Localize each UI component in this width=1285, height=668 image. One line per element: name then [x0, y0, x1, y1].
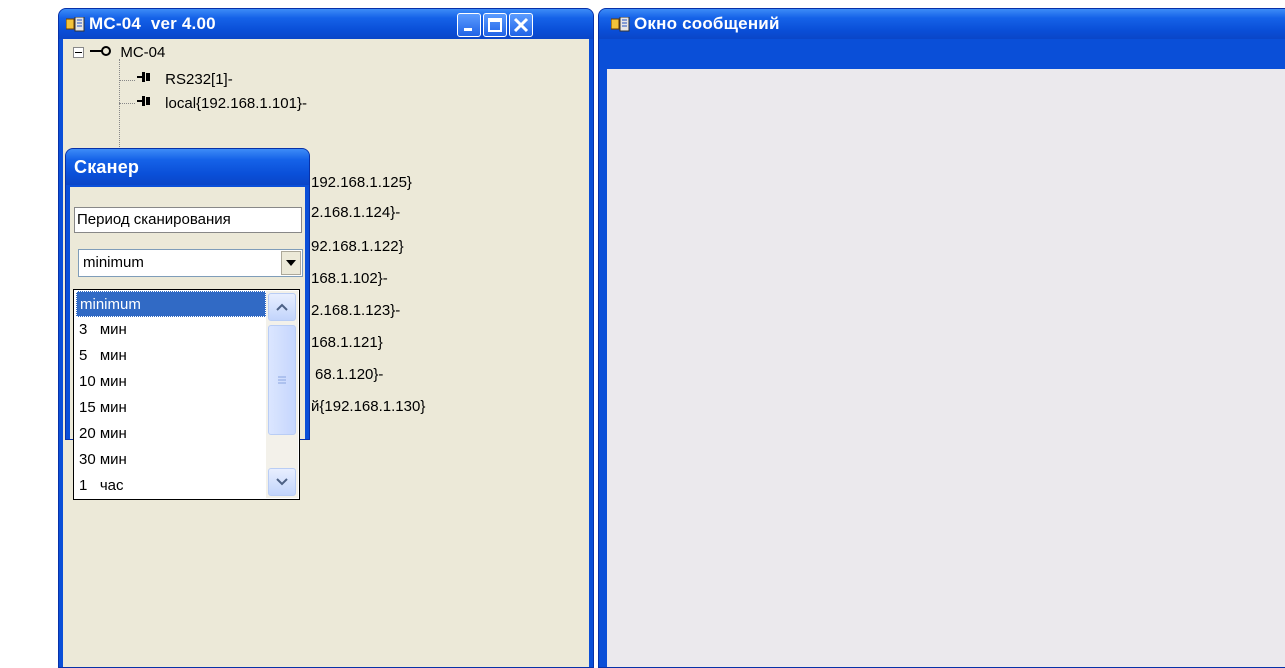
option-item[interactable]: 15 мин: [76, 395, 266, 421]
option-item[interactable]: 30 мин: [76, 447, 266, 473]
tree-item-label: 2.168.1.123}-: [311, 302, 401, 319]
network-icon: [90, 43, 112, 63]
maximize-button[interactable]: [483, 13, 507, 37]
scan-period-select[interactable]: minimum: [78, 249, 303, 277]
main-window-title: МС-04 ver 4.00: [89, 14, 216, 33]
tree-item[interactable]: 2.168.1.124}-: [311, 203, 400, 223]
app-icon: [611, 16, 630, 32]
option-item[interactable]: minimum: [76, 291, 266, 317]
tree-item[interactable]: 68.1.120}-: [315, 365, 383, 385]
tree-item[interactable]: 2.168.1.123}-: [311, 301, 400, 321]
tree-item-label: 168.1.102}-: [311, 270, 388, 287]
tree-item-local[interactable]: local{192.168.1.101}-: [137, 94, 307, 114]
tree-item-label: RS232[1]-: [165, 71, 233, 88]
tree-item-label: local{192.168.1.101}-: [165, 95, 307, 112]
scroll-up-button[interactable]: [268, 293, 296, 321]
tree-item-label: 92.168.1.122}: [311, 238, 404, 255]
chevron-down-icon: [286, 260, 296, 266]
options-scrollbar[interactable]: [266, 291, 298, 498]
chevron-down-icon: [276, 478, 288, 486]
port-icon: [137, 94, 153, 114]
dropdown-button[interactable]: [281, 251, 301, 275]
tree-item[interactable]: 92.168.1.122}: [311, 237, 404, 257]
scanner-title: Сканер: [74, 156, 140, 177]
tree-root[interactable]: МС-04: [73, 43, 165, 63]
maximize-icon: [488, 18, 502, 32]
messages-window-titlebar[interactable]: Окно сообщений: [599, 9, 1285, 39]
tree-item-rs232[interactable]: RS232[1]-: [137, 70, 233, 90]
option-item[interactable]: 3 мин: [76, 317, 266, 343]
app-icon: [66, 16, 85, 32]
tree-item-label: 2.168.1.124}-: [311, 204, 401, 221]
collapse-toggle[interactable]: [73, 46, 84, 58]
option-item[interactable]: 1 час: [76, 473, 266, 499]
chevron-up-icon: [276, 303, 288, 311]
option-item[interactable]: 10 мин: [76, 369, 266, 395]
messages-area[interactable]: [607, 69, 1285, 667]
tree-item-label: й{192.168.1.130}: [311, 398, 426, 415]
scroll-down-button[interactable]: [268, 468, 296, 496]
close-icon: [513, 17, 529, 33]
option-item[interactable]: 5 мин: [76, 343, 266, 369]
tree-item-label: 68.1.120}-: [315, 366, 384, 383]
grip-icon: [278, 376, 286, 384]
close-button[interactable]: [509, 13, 533, 37]
minimize-icon: [464, 28, 472, 31]
scan-period-label: Период сканирования: [74, 207, 302, 233]
messages-window-title: Окно сообщений: [634, 14, 780, 33]
tree-item[interactable]: 168.1.121}: [311, 333, 383, 353]
scan-period-value: minimum: [83, 254, 144, 271]
scroll-thumb[interactable]: [268, 325, 296, 435]
option-item[interactable]: 20 мин: [76, 421, 266, 447]
minimize-button[interactable]: [457, 13, 481, 37]
scanner-titlebar[interactable]: Сканер: [66, 149, 309, 185]
tree-root-label: МС-04: [120, 44, 166, 61]
scan-period-options[interactable]: minimum 3 мин 5 мин 10 мин 15 мин 20 мин…: [73, 289, 300, 500]
port-icon: [137, 70, 153, 90]
tree-item-label: 168.1.121}: [311, 334, 383, 351]
tree-item[interactable]: й{192.168.1.130}: [311, 397, 425, 417]
tree-item[interactable]: 168.1.102}-: [311, 269, 388, 289]
tree-item[interactable]: 192.168.1.125}: [311, 173, 412, 193]
messages-window: Окно сообщений: [598, 8, 1285, 668]
tree-item-label: 192.168.1.125}: [311, 174, 412, 191]
